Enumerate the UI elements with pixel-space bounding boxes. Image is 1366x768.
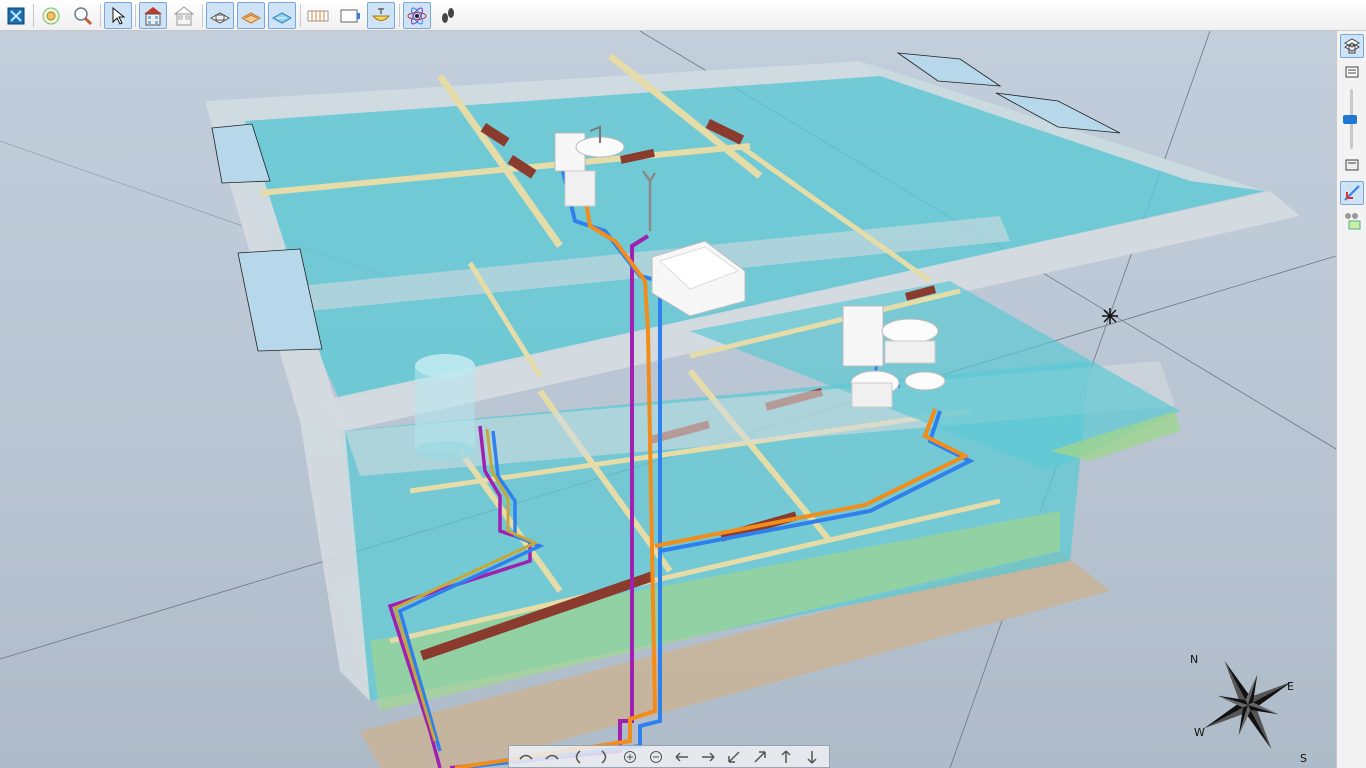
orbit-left-button[interactable]: [515, 747, 537, 766]
3d-viewport[interactable]: [0, 31, 1336, 768]
boiler-button[interactable]: [336, 2, 364, 29]
pan-up-right-button[interactable]: [749, 747, 771, 766]
compass-label-east: E: [1287, 680, 1294, 693]
orbit-right-icon: [545, 754, 559, 760]
toolbar-separator: [100, 4, 101, 27]
walk-button[interactable]: [434, 2, 462, 29]
zoom-slider-thumb[interactable]: [1343, 115, 1357, 124]
orbit-left-icon: [519, 754, 533, 760]
floor-icon: [209, 11, 231, 24]
toolbar-separator: [135, 4, 136, 27]
orbit-right-button[interactable]: [541, 747, 563, 766]
slab-view-button[interactable]: [237, 2, 265, 29]
water-tank: [415, 441, 475, 461]
floors-stack-icon: [1345, 159, 1359, 171]
zoom-window-icon: [74, 6, 93, 25]
sanitary-button[interactable]: [367, 2, 395, 29]
navigation-bar: [508, 745, 830, 768]
zoom-window-button[interactable]: [69, 2, 97, 29]
pan-up-button[interactable]: [775, 747, 797, 766]
display-options-icon: [1345, 213, 1361, 230]
toolbar-separator: [399, 4, 400, 27]
app-menu-button[interactable]: [2, 2, 30, 29]
floors-single-icon: [1345, 66, 1359, 78]
compass-label-north: N: [1190, 653, 1198, 666]
pan-down-button[interactable]: [801, 747, 823, 766]
washbasin-icon: [371, 7, 391, 21]
select-button[interactable]: [104, 2, 132, 29]
pan-right-button[interactable]: [697, 747, 719, 766]
building-3d-scene[interactable]: [0, 31, 1336, 768]
cursor-arrow-icon: [112, 6, 126, 25]
compass-label-south: S: [1300, 752, 1307, 765]
toolbar-separator: [300, 4, 301, 27]
toolbar-separator: [202, 4, 203, 27]
building-view-button[interactable]: [139, 2, 167, 29]
floors-all-button[interactable]: [1340, 34, 1364, 58]
pan-left-button[interactable]: [671, 747, 693, 766]
pan-up-icon: [781, 749, 791, 763]
ceiling-icon: [271, 11, 293, 24]
floors-stack-button[interactable]: [1340, 153, 1364, 177]
pan-down-left-icon: [728, 750, 740, 763]
display-options-button[interactable]: [1340, 209, 1364, 233]
tilt-down-button[interactable]: [593, 747, 615, 766]
water-tank: [415, 366, 475, 451]
footsteps-icon: [442, 7, 454, 23]
floors-single-button[interactable]: [1340, 60, 1364, 84]
pan-left-icon: [675, 751, 688, 762]
radiator-icon: [307, 10, 329, 21]
pan-down-icon: [807, 750, 817, 764]
radiator-button[interactable]: [304, 2, 332, 29]
zoom-out-button[interactable]: [645, 747, 667, 766]
zoom-fit-icon: [42, 7, 60, 24]
tilt-down-icon: [601, 749, 607, 764]
building-wireframe-icon: [173, 5, 195, 25]
section-cut-button[interactable]: [1340, 181, 1364, 205]
ceiling-view-button[interactable]: [268, 2, 296, 29]
section-cut-icon: [1344, 185, 1360, 201]
zoom-in-icon: [624, 750, 636, 763]
pan-up-right-icon: [754, 750, 766, 763]
zoom-fit-button[interactable]: [37, 2, 65, 29]
floor-view-button[interactable]: [206, 2, 234, 29]
floors-all-icon: [1343, 38, 1361, 54]
slab-icon: [240, 11, 262, 24]
zoom-out-icon: [650, 750, 662, 763]
pan-down-left-button[interactable]: [723, 747, 745, 766]
app-logo-icon: [7, 7, 25, 24]
building-wireframe-button[interactable]: [170, 2, 198, 29]
tilt-up-button[interactable]: [567, 747, 589, 766]
building-icon: [144, 6, 162, 25]
right-tool-panel: [1336, 31, 1366, 768]
main-toolbar: [0, 0, 1366, 31]
boiler-icon: [340, 9, 360, 22]
pan-right-icon: [702, 751, 715, 762]
toolbar-separator: [33, 4, 34, 27]
compass-label-west: W: [1194, 726, 1205, 739]
zoom-in-button[interactable]: [619, 747, 641, 766]
tilt-up-icon: [575, 749, 581, 764]
atom-icon: [407, 7, 427, 24]
atom-button[interactable]: [403, 2, 431, 29]
orbit-pivot-marker: [1102, 308, 1118, 324]
compass-rose-icon: N E S W: [1190, 653, 1307, 765]
